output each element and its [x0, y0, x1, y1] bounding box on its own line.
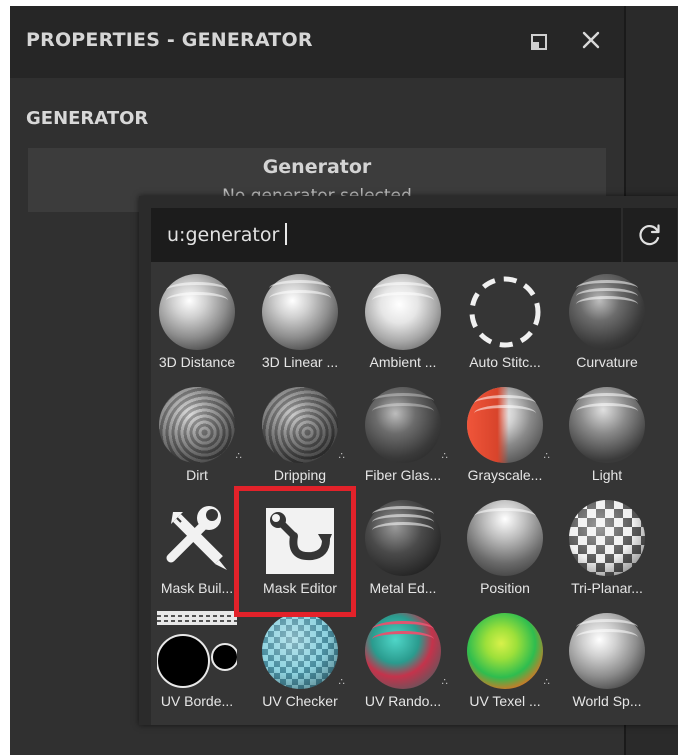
generator-item-label: Curvature: [576, 354, 638, 370]
panel-header: PROPERTIES - GENERATOR: [10, 6, 624, 78]
uv-border-icon: [157, 611, 237, 688]
generator-item-ambient[interactable]: Ambient ...: [353, 266, 453, 379]
metal-edge-ball-icon: [363, 498, 443, 578]
generator-item-dirt[interactable]: ∴ Dirt: [147, 379, 247, 492]
generator-item-fiber-glass[interactable]: ∴ Fiber Glas...: [353, 379, 453, 492]
search-input-value[interactable]: u:generator: [167, 223, 288, 246]
refresh-icon: [639, 224, 660, 246]
dripping-ball-icon: [260, 385, 340, 465]
section-title: GENERATOR: [26, 108, 149, 129]
generator-item-label: Grayscale...: [467, 467, 543, 483]
generator-item-light[interactable]: Light: [557, 379, 657, 492]
generator-item-label: Position: [480, 580, 530, 596]
generator-item-uv-checker[interactable]: ∴ UV Checker: [250, 605, 350, 718]
uv-texel-ball-icon: [465, 611, 545, 691]
generator-item-metal-edge[interactable]: Metal Ed...: [353, 492, 453, 605]
fiber-glass-ball-icon: [363, 385, 443, 465]
3d-distance-ball-icon: [157, 272, 237, 352]
grayscale-ball-icon: [465, 385, 545, 465]
light-ball-icon: [567, 385, 647, 465]
dirt-ball-icon: [157, 385, 237, 465]
generator-item-label: Fiber Glas...: [364, 467, 442, 483]
generator-grid: 3D Distance 3D Linear ... Ambient ... Au…: [151, 262, 678, 725]
search-input[interactable]: u:generator: [151, 208, 621, 262]
generator-item-uv-texel[interactable]: ∴ UV Texel ...: [455, 605, 555, 718]
ambient-ball-icon: [363, 272, 443, 352]
3d-linear-ball-icon: [260, 272, 340, 352]
generator-item-label: Ambient ...: [369, 354, 437, 370]
dashed-circle-icon: [469, 276, 541, 348]
generator-item-label: UV Checker: [262, 693, 338, 709]
generator-item-label: UV Texel ...: [469, 693, 541, 709]
generator-item-label: World Sp...: [572, 693, 642, 709]
generator-item-grayscale[interactable]: ∴ Grayscale...: [455, 379, 555, 492]
more-dots-icon: ∴: [543, 677, 550, 688]
generator-picker-popup: u:generator 3D Distance 3D Linear ... Am…: [139, 196, 678, 725]
generator-item-label: Metal Ed...: [369, 580, 437, 596]
generator-item-label: Tri-Planar...: [571, 580, 643, 596]
generator-item-3d-distance[interactable]: 3D Distance: [147, 266, 247, 379]
text-caret: [285, 223, 288, 245]
generator-item-label: Light: [591, 467, 623, 483]
panel-title: PROPERTIES - GENERATOR: [26, 29, 313, 51]
generator-item-label: Auto Stitc...: [469, 354, 541, 370]
mask-editor-highlight-box: [234, 486, 356, 617]
wrench-pencil-icon: [166, 506, 227, 570]
generator-item-uv-random[interactable]: ∴ UV Rando...: [353, 605, 453, 718]
world-space-ball-icon: [567, 611, 647, 691]
generator-item-world-space[interactable]: World Sp...: [557, 605, 657, 718]
more-dots-icon: ∴: [441, 677, 448, 688]
generator-item-label: 3D Distance: [158, 354, 236, 370]
generator-item-label: UV Rando...: [364, 693, 442, 709]
more-dots-icon: ∴: [338, 677, 345, 688]
generator-item-label: Dirt: [186, 467, 208, 483]
checker-ball-icon: [567, 498, 647, 578]
generator-item-mask-builder[interactable]: Mask Buil...: [147, 492, 247, 605]
position-ball-icon: [465, 498, 545, 578]
generator-item-3d-linear[interactable]: 3D Linear ...: [250, 266, 350, 379]
refresh-button[interactable]: [623, 208, 677, 262]
generator-item-label: UV Borde...: [160, 693, 234, 709]
close-icon[interactable]: [577, 26, 605, 54]
generator-item-tri-planar[interactable]: Tri-Planar...: [557, 492, 657, 605]
generator-title: Generator: [262, 156, 372, 178]
more-dots-icon: ∴: [441, 451, 448, 462]
more-dots-icon: ∴: [235, 451, 242, 462]
uv-random-ball-icon: [363, 611, 443, 691]
generator-item-label: 3D Linear ...: [261, 354, 339, 370]
generator-item-curvature[interactable]: Curvature: [557, 266, 657, 379]
more-dots-icon: ∴: [543, 451, 550, 462]
restore-window-icon[interactable]: [528, 31, 550, 53]
curvature-ball-icon: [567, 272, 647, 352]
generator-item-position[interactable]: Position: [455, 492, 555, 605]
generator-item-dripping[interactable]: ∴ Dripping: [250, 379, 350, 492]
generator-item-auto-stitch[interactable]: Auto Stitc...: [455, 266, 555, 379]
generator-item-label: Dripping: [273, 467, 327, 483]
uv-checker-ball-icon: [260, 611, 340, 691]
generator-item-uv-border[interactable]: UV Borde...: [147, 605, 247, 718]
more-dots-icon: ∴: [338, 451, 345, 462]
